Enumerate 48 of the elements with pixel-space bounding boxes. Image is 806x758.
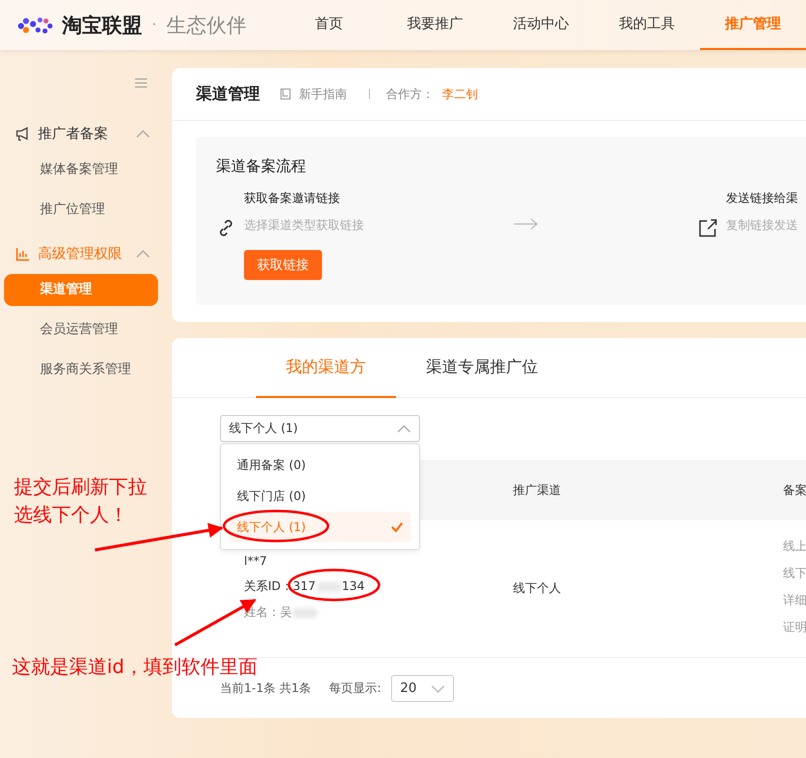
status-text: 详细 — [783, 592, 806, 609]
step-title: 发送链接给渠 — [726, 190, 798, 207]
logo-text: 淘宝联盟 — [62, 12, 142, 38]
chart-icon — [16, 247, 30, 261]
arrow-icon — [514, 218, 538, 230]
sidebar-item[interactable]: 媒体备案管理 — [4, 154, 158, 186]
separator-dot: · — [152, 17, 156, 33]
megaphone-icon — [16, 127, 30, 141]
nav-item[interactable]: 我的工具 — [594, 0, 700, 50]
annotation-text: 这就是渠道id，填到软件里面 — [12, 655, 258, 680]
page-size-label: 每页显示: — [329, 680, 382, 697]
status-text: 证明 — [783, 619, 806, 636]
chevron-up-icon — [136, 250, 150, 258]
column-header: 备案 — [783, 482, 806, 499]
page-title: 渠道管理 — [196, 84, 260, 104]
chevron-down-icon — [431, 684, 446, 692]
page-size-select[interactable]: 20 — [391, 675, 454, 702]
share-icon — [698, 218, 718, 238]
sidebar-item[interactable]: 会员运营管理 — [4, 314, 158, 346]
logo-subtitle: 生态伙伴 — [166, 12, 246, 38]
chevron-up-icon — [136, 130, 150, 138]
page-summary: 当前1-1条 共1条 — [220, 680, 312, 697]
column-header: 推广渠道 — [513, 482, 561, 499]
check-icon — [391, 522, 403, 532]
account-name: l**7 — [244, 554, 267, 568]
menu-icon[interactable] — [135, 78, 147, 88]
dropdown-option[interactable]: 线下门店 (0) — [229, 481, 411, 511]
nav-item[interactable]: 活动中心 — [488, 0, 594, 50]
sidebar-group[interactable]: 推广者备案 — [0, 114, 172, 154]
nav-item[interactable]: 首页 — [276, 0, 382, 50]
step-description: 复制链接发送 — [726, 217, 798, 234]
guide-link[interactable]: 新手指南 — [299, 86, 347, 102]
sidebar-item[interactable]: 推广位管理 — [4, 194, 158, 226]
table-cell: 线下个人 — [513, 580, 561, 597]
partner-label: 合作方： — [386, 86, 434, 102]
annotation-text: 提交后刷新下拉选线下个人！ — [14, 475, 148, 528]
step-title: 获取备案邀请链接 — [244, 190, 341, 207]
sidebar-item[interactable]: 服务商关系管理 — [4, 354, 158, 386]
chevron-up-icon — [397, 424, 411, 432]
type-select[interactable]: 线下个人 (1) — [220, 415, 420, 442]
dropdown-option[interactable]: 通用备案 (0) — [229, 450, 411, 480]
process-title: 渠道备案流程 — [216, 157, 307, 176]
tab[interactable]: 渠道专属推广位 — [396, 338, 568, 398]
book-icon — [280, 88, 291, 100]
step-description: 选择渠道类型获取链接 — [244, 217, 364, 234]
nav-item[interactable]: 我要推广 — [382, 0, 488, 50]
relation-id: 关系ID：317 134 — [244, 578, 365, 595]
partner-name: 李二钊 — [442, 86, 478, 102]
